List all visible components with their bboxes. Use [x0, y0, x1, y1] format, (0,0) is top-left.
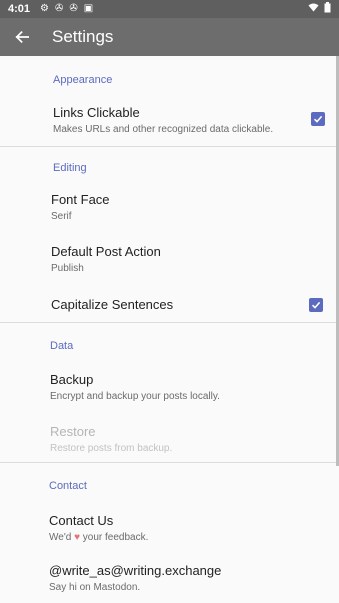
pref-summary: Serif — [51, 211, 72, 222]
status-time: 4:01 — [8, 3, 31, 15]
pref-summary: Publish — [51, 263, 84, 274]
pref-summary: Restore posts from backup. — [50, 443, 173, 454]
status-bar: 4:01 ⚙ ✇ ✇ ▣ — [0, 0, 339, 18]
pref-mastodon[interactable]: @write_as@writing.exchange Say hi on Mas… — [0, 554, 336, 602]
summary-text-after: your feedback. — [82, 532, 149, 543]
pref-backup[interactable]: Backup Encrypt and backup your posts loc… — [0, 360, 336, 412]
pref-summary: Encrypt and backup your posts locally. — [50, 391, 220, 402]
links-clickable-checkbox[interactable] — [311, 112, 325, 126]
pref-title: Contact Us — [49, 513, 114, 528]
capitalize-sentences-checkbox[interactable] — [309, 298, 323, 312]
back-button[interactable] — [0, 18, 44, 56]
divider — [0, 462, 336, 463]
checkmark-icon — [313, 115, 323, 123]
pref-font-face[interactable]: Font Face Serif — [0, 180, 336, 232]
summary-text-before: We'd — [49, 532, 72, 543]
pref-title: Capitalize Sentences — [51, 297, 174, 312]
pref-default-post-action[interactable]: Default Post Action Publish — [0, 232, 336, 284]
pref-capitalize-sentences[interactable]: Capitalize Sentences — [0, 284, 336, 322]
category-editing: Editing — [53, 162, 87, 174]
pref-title: @write_as@writing.exchange — [49, 563, 222, 578]
category-data: Data — [50, 340, 74, 352]
pref-restore: Restore Restore posts from backup. — [0, 412, 336, 462]
page-title: Settings — [52, 27, 114, 46]
pref-contact-us[interactable]: Contact Us We'd ♥ your feedback. — [0, 502, 336, 554]
settings-notification-icon: ⚙ — [40, 3, 49, 14]
pref-title: Backup — [50, 372, 94, 387]
pref-title: Restore — [50, 424, 96, 439]
battery-icon — [324, 2, 331, 16]
pref-title: Font Face — [51, 192, 110, 207]
pref-title: Default Post Action — [51, 244, 161, 259]
pref-summary: Makes URLs and other recognized data cli… — [53, 124, 274, 135]
checkmark-icon — [311, 301, 321, 309]
sync-notification-icon: ✇ — [55, 3, 64, 14]
pref-title: Links Clickable — [53, 105, 140, 120]
pref-summary: We'd ♥ your feedback. — [49, 532, 148, 543]
wifi-icon — [308, 3, 319, 15]
divider — [0, 322, 336, 323]
divider — [0, 146, 336, 147]
arrow-left-icon — [15, 30, 29, 44]
heart-icon: ♥ — [74, 532, 81, 543]
category-appearance: Appearance — [53, 74, 113, 86]
sync-notification-icon-2: ✇ — [69, 3, 78, 14]
category-contact: Contact — [49, 480, 87, 492]
app-bar: Settings — [0, 18, 339, 56]
app-notification-icon: ▣ — [83, 3, 94, 14]
pref-summary: Say hi on Mastodon. — [49, 582, 141, 593]
pref-links-clickable[interactable]: Links Clickable Makes URLs and other rec… — [0, 92, 336, 146]
